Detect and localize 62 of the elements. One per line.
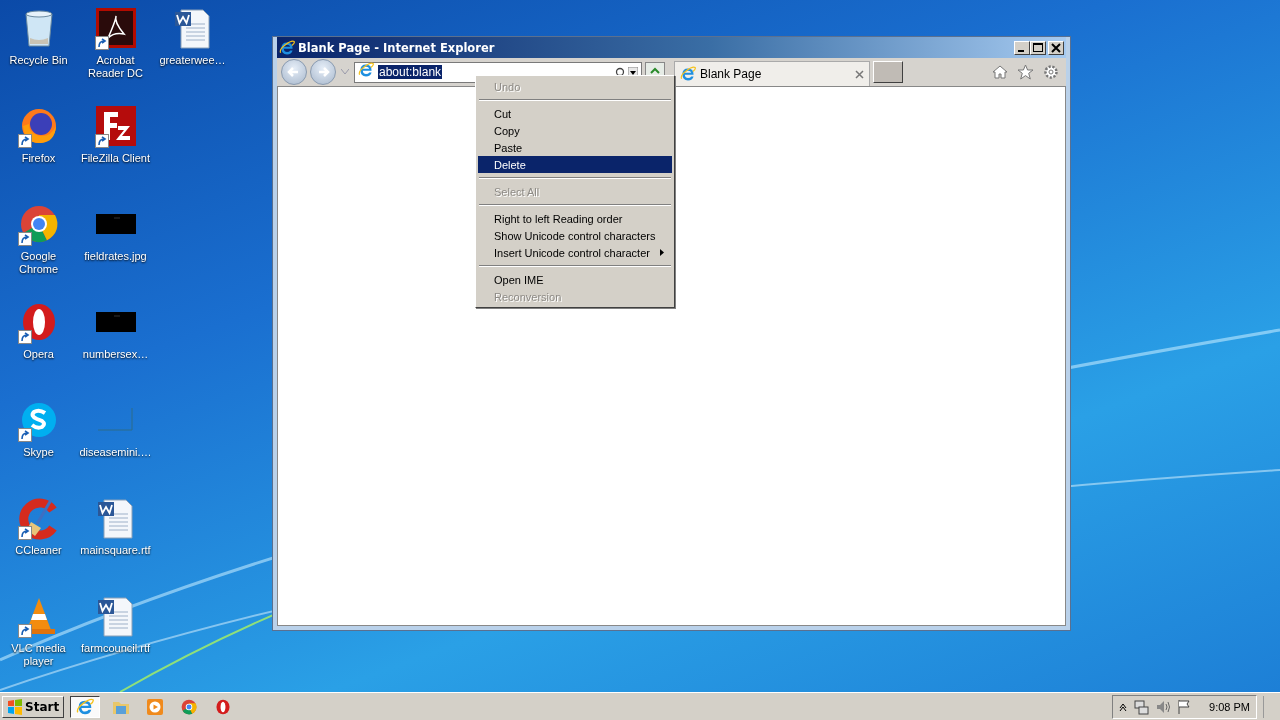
shortcut-arrow-icon xyxy=(94,134,109,148)
start-button[interactable]: Start xyxy=(2,695,65,718)
minimize-button[interactable] xyxy=(1014,40,1030,55)
icon-label[interactable]: Opera xyxy=(23,348,54,361)
menu-item[interactable]: Right to left Reading order xyxy=(478,210,672,227)
play-icon xyxy=(146,697,165,716)
shortcut-arrow-icon xyxy=(17,134,32,148)
browser-icon xyxy=(279,39,295,56)
icon-label[interactable]: FileZilla Client xyxy=(80,152,151,165)
caret-icon[interactable] xyxy=(1119,701,1128,712)
acrobat-icon[interactable] xyxy=(93,6,138,50)
address-text: about:blank xyxy=(378,65,443,79)
menu-item[interactable]: Cut xyxy=(478,105,672,122)
browser-icon xyxy=(680,66,696,82)
chrome-icon xyxy=(180,697,199,716)
shortcut-arrow-icon xyxy=(17,526,32,540)
home-icon[interactable] xyxy=(992,64,1008,80)
new-tab-button[interactable] xyxy=(873,61,903,83)
icon-label[interactable]: CCleaner xyxy=(15,544,62,557)
filezilla-icon[interactable] xyxy=(93,104,138,148)
menu-item[interactable]: Delete xyxy=(478,156,672,173)
icon-label[interactable]: Recycle Bin xyxy=(9,54,68,67)
icon-label[interactable]: Acrobat Reader DC xyxy=(85,54,146,80)
windows-logo-icon xyxy=(7,698,23,715)
star-icon[interactable] xyxy=(1017,64,1034,80)
browser-icon xyxy=(76,697,95,716)
browser-tab[interactable]: Blank Page xyxy=(674,61,870,86)
menu-item[interactable]: Open IME xyxy=(478,271,672,288)
minimize-icon xyxy=(1017,49,1024,52)
shortcut-arrow-icon xyxy=(17,232,32,246)
icon-label[interactable]: Skype xyxy=(23,446,54,459)
window-title: Blank Page - Internet Explorer xyxy=(298,40,496,55)
clock[interactable]: 9:08 PM xyxy=(1209,700,1250,713)
close-button[interactable] xyxy=(1048,40,1064,55)
shortcut-arrow-icon xyxy=(17,428,32,442)
network-icon[interactable] xyxy=(1133,698,1150,715)
shortcut-arrow-icon xyxy=(94,36,109,50)
icon-label[interactable]: VLC media player xyxy=(8,642,69,668)
maximize-button[interactable] xyxy=(1030,40,1046,55)
back-button[interactable] xyxy=(281,59,307,85)
menu-item[interactable]: Paste xyxy=(478,139,672,156)
shortcut-arrow-icon xyxy=(17,330,32,344)
settings-icon[interactable] xyxy=(1043,64,1059,80)
forward-button[interactable] xyxy=(310,59,336,85)
menu-item[interactable]: Show Unicode control characters xyxy=(478,227,672,244)
menu-item[interactable]: Insert Unicode control character xyxy=(478,244,672,261)
shortcut-arrow-icon xyxy=(17,624,32,638)
close-icon xyxy=(1051,42,1061,53)
icon-label[interactable]: Firefox xyxy=(21,152,56,165)
icon-label[interactable]: greaterwee… xyxy=(159,54,226,67)
icon-label[interactable]: mainsquare.rtf xyxy=(80,544,151,557)
icon-label[interactable]: Google Chrome xyxy=(8,250,69,276)
submenu-arrow-icon xyxy=(660,249,664,256)
flag-icon[interactable] xyxy=(1177,698,1192,715)
close-icon[interactable] xyxy=(855,69,864,79)
browser-icon xyxy=(358,62,374,78)
icon-label[interactable]: numbersex… xyxy=(82,348,149,361)
menu-item[interactable]: Copy xyxy=(478,122,672,139)
taskbar-button[interactable] xyxy=(70,695,101,718)
icon-label[interactable]: diseasemini.… xyxy=(79,446,152,459)
maximize-icon xyxy=(1033,42,1043,53)
icon-label[interactable]: fieldrates.jpg xyxy=(84,250,147,263)
